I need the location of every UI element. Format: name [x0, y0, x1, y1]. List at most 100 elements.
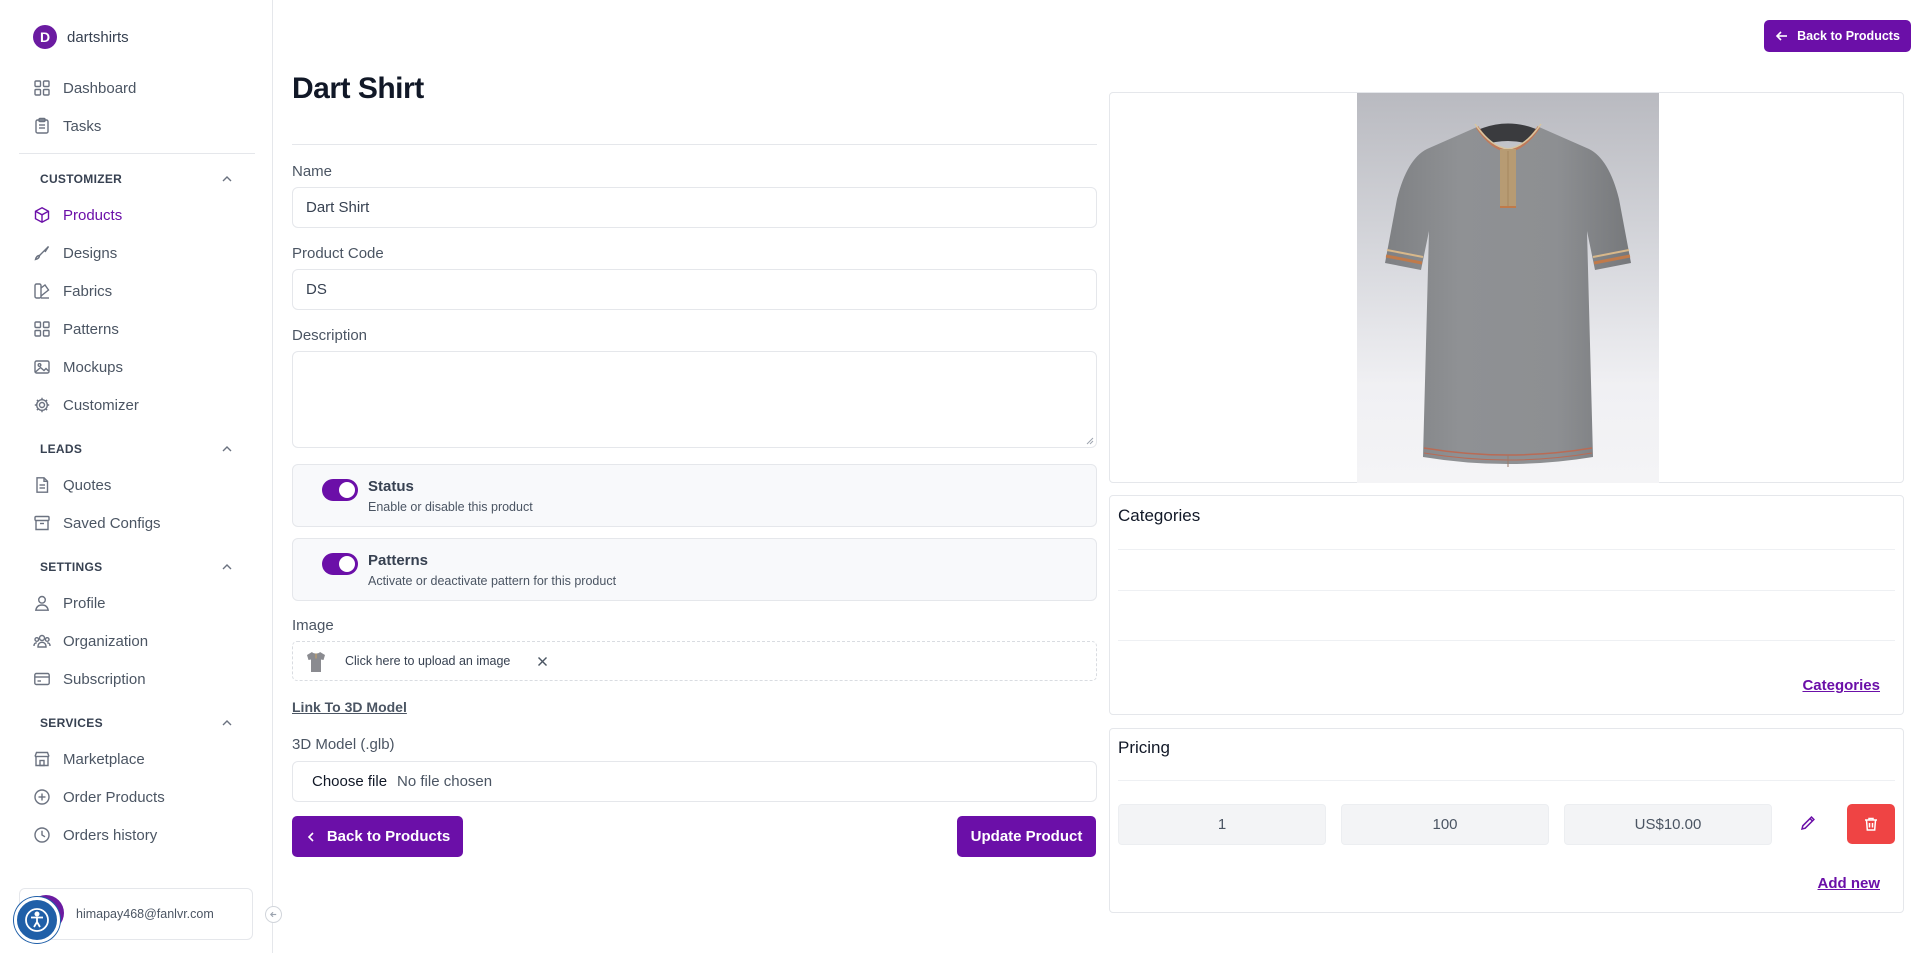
pricing-title: Pricing [1118, 738, 1170, 757]
credit-card-icon [34, 672, 50, 686]
brush-icon [34, 246, 50, 261]
back-to-products-button[interactable]: Back to Products [292, 816, 463, 857]
sidebar-item-customizer[interactable]: Customizer [19, 386, 255, 424]
price-min-quantity[interactable]: 1 [1118, 804, 1326, 845]
grid-icon [34, 321, 50, 337]
choose-file-button[interactable]: Choose file [312, 773, 387, 790]
name-label: Name [292, 163, 333, 180]
delete-price-button[interactable] [1847, 804, 1895, 844]
chevron-left-icon [307, 831, 314, 842]
sidebar-item-fabrics[interactable]: Fabrics [19, 272, 255, 310]
divider [1118, 549, 1895, 550]
chevron-up-icon [222, 446, 232, 452]
model-file-input[interactable]: Choose file No file chosen [292, 761, 1097, 802]
workspace-switcher[interactable]: D dartshirts [33, 25, 129, 49]
button-label: Back to Products [326, 828, 451, 845]
toggle-knob [339, 556, 355, 572]
sidebar-item-label: Products [63, 206, 123, 224]
document-icon [36, 477, 49, 493]
add-new-price-link[interactable]: Add new [1818, 875, 1881, 892]
user-icon [34, 595, 50, 611]
sidebar-item-tasks[interactable]: Tasks [19, 107, 255, 145]
user-email: himapay468@fanlvr.com [76, 907, 214, 921]
patterns-title: Patterns [368, 552, 429, 569]
product-image-card [1109, 92, 1904, 483]
product-code-value: DS [306, 281, 327, 298]
sidebar-item-dashboard[interactable]: Dashboard [19, 69, 255, 107]
section-header-services[interactable]: SERVICES [19, 706, 255, 740]
section-title: SERVICES [40, 716, 103, 730]
chevron-up-icon [222, 720, 232, 726]
section-title: CUSTOMIZER [40, 172, 123, 186]
gear-icon [34, 397, 50, 413]
sidebar-item-label: Organization [63, 632, 149, 650]
sidebar-item-patterns[interactable]: Patterns [19, 310, 255, 348]
clock-icon [34, 827, 50, 843]
app-root: D dartshirts Dashboard Tasks CUSTOMIZER … [0, 0, 1920, 953]
sidebar-item-profile[interactable]: Profile [19, 584, 255, 622]
workspace-name: dartshirts [67, 28, 129, 46]
collapse-sidebar-button[interactable] [265, 906, 282, 923]
button-label: Back to Products [1797, 29, 1900, 43]
sidebar-item-designs[interactable]: Designs [19, 234, 255, 272]
section-title: LEADS [40, 442, 83, 456]
sidebar-item-order-products[interactable]: Order Products [19, 778, 255, 816]
price-max-quantity[interactable]: 100 [1341, 804, 1549, 845]
image-upload-dropzone[interactable]: Click here to upload an image [292, 641, 1097, 681]
categories-link[interactable]: Categories [1802, 677, 1880, 694]
link-to-3d-model[interactable]: Link To 3D Model [292, 699, 407, 715]
status-subtitle: Enable or disable this product [368, 500, 533, 514]
pricing-card: Pricing 1 100 US$10.00 Add new [1109, 728, 1904, 913]
image-icon [34, 360, 50, 374]
remove-image-icon[interactable] [536, 655, 549, 668]
description-field[interactable] [292, 351, 1097, 448]
sidebar-item-label: Orders history [63, 826, 158, 844]
page-title: Dart Shirt [292, 72, 424, 105]
update-product-button[interactable]: Update Product [957, 816, 1096, 857]
sidebar-item-orders-history[interactable]: Orders history [19, 816, 255, 854]
store-icon [34, 751, 50, 767]
sidebar-item-label: Profile [63, 594, 106, 612]
section-header-leads[interactable]: LEADS [19, 432, 255, 466]
name-field[interactable]: Dart Shirt [292, 187, 1097, 228]
image-label: Image [292, 617, 334, 634]
pencil-icon[interactable] [1799, 814, 1817, 832]
sidebar-item-quotes[interactable]: Quotes [19, 466, 255, 504]
patterns-toggle[interactable] [322, 553, 358, 575]
sidebar-item-label: Dashboard [63, 79, 137, 97]
sidebar-item-organization[interactable]: Organization [19, 622, 255, 660]
sidebar-item-label: Tasks [63, 117, 102, 135]
file-status: No file chosen [397, 773, 493, 790]
sidebar-item-subscription[interactable]: Subscription [19, 660, 255, 698]
resize-grip-icon[interactable] [1086, 437, 1094, 445]
section-header-customizer[interactable]: CUSTOMIZER [19, 162, 255, 196]
product-code-field[interactable]: DS [292, 269, 1097, 310]
plus-circle-icon [34, 789, 50, 805]
divider [292, 144, 1097, 145]
trash-icon [1865, 817, 1877, 831]
back-to-products-button-top[interactable]: Back to Products [1764, 20, 1911, 52]
sidebar-item-products[interactable]: Products [19, 196, 255, 234]
accessibility-button[interactable] [14, 897, 60, 943]
sidebar-item-label: Customizer [63, 396, 139, 414]
sidebar-item-marketplace[interactable]: Marketplace [19, 740, 255, 778]
sidebar-item-saved-configs[interactable]: Saved Configs [19, 504, 255, 542]
swatch-icon [34, 283, 50, 299]
divider [1118, 640, 1895, 641]
sidebar-item-label: Marketplace [63, 750, 145, 768]
product-code-label: Product Code [292, 245, 384, 262]
button-label: Update Product [970, 828, 1083, 845]
price-amount[interactable]: US$10.00 [1564, 804, 1772, 845]
categories-title: Categories [1118, 506, 1201, 525]
status-toggle[interactable] [322, 479, 358, 501]
section-header-settings[interactable]: SETTINGS [19, 550, 255, 584]
shirt-thumbnail-icon [307, 652, 325, 672]
toggle-knob [339, 482, 355, 498]
upload-instruction: Click here to upload an image [345, 654, 511, 668]
sidebar-item-label: Designs [63, 244, 118, 262]
sidebar-item-mockups[interactable]: Mockups [19, 348, 255, 386]
description-label: Description [292, 327, 368, 344]
sidebar-item-label: Patterns [63, 320, 119, 338]
archive-icon [34, 515, 50, 531]
model-label: 3D Model (.glb) [292, 736, 395, 753]
